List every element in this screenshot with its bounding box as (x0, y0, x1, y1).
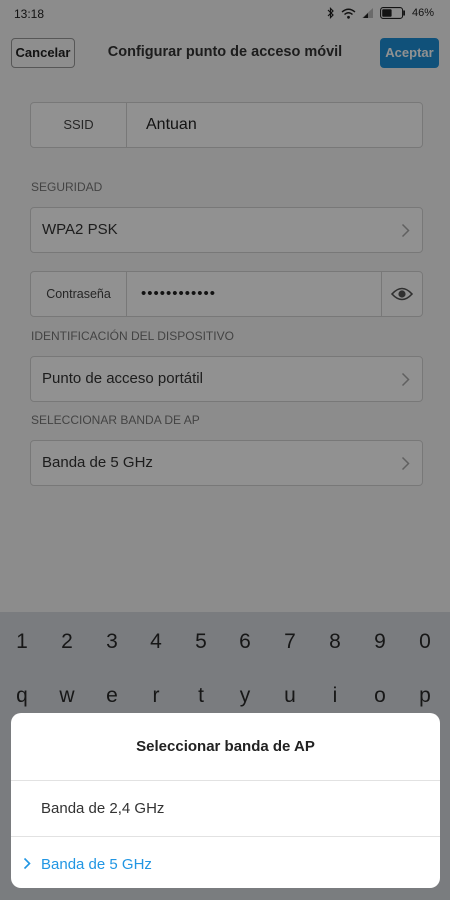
selected-chevron-icon (23, 857, 31, 870)
band-option-5ghz[interactable]: Banda de 5 GHz (11, 837, 440, 888)
sheet-title: Seleccionar banda de AP (11, 713, 440, 781)
option-label: Banda de 2,4 GHz (41, 800, 165, 817)
band-picker-sheet: Seleccionar banda de AP Banda de 2,4 GHz… (11, 713, 440, 888)
band-option-2-4ghz[interactable]: Banda de 2,4 GHz (11, 781, 440, 837)
option-label: Banda de 5 GHz (41, 856, 152, 873)
hotspot-config-screen: 13:18 46% Cancelar Configurar punto de a… (0, 0, 450, 900)
